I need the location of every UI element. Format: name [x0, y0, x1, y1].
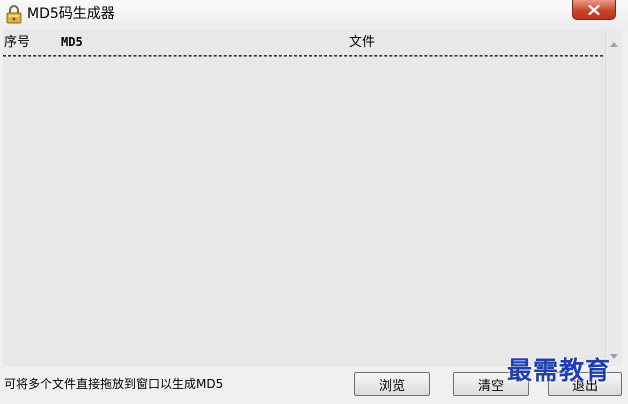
watermark-text: 最需教育 [507, 356, 612, 385]
scroll-down-arrow-icon [610, 353, 618, 359]
scroll-up-button[interactable] [606, 38, 622, 50]
padlock-icon [6, 5, 22, 24]
column-header-file: 文件 [349, 35, 376, 50]
drag-drop-hint: 可将多个文件直接拖放到窗口以生成MD5 [4, 377, 224, 391]
md5-generator-window: MD5码生成器 序号 MD5 文件 可将多个文件直接拖放到窗口以生成MD5 浏览… [0, 0, 628, 404]
column-header-md5: MD5 [61, 35, 83, 49]
scroll-up-arrow-icon [610, 41, 618, 47]
column-header-index: 序号 [4, 35, 31, 50]
title-bar[interactable]: MD5码生成器 [0, 0, 628, 30]
window-title: MD5码生成器 [27, 6, 115, 22]
file-md5-list[interactable]: 序号 MD5 文件 [3, 30, 605, 366]
vertical-scrollbar[interactable] [605, 30, 622, 366]
header-divider-shadow [3, 56, 603, 57]
close-button[interactable] [572, 0, 616, 20]
browse-button[interactable]: 浏览 [354, 372, 430, 396]
close-x-icon [588, 4, 600, 15]
